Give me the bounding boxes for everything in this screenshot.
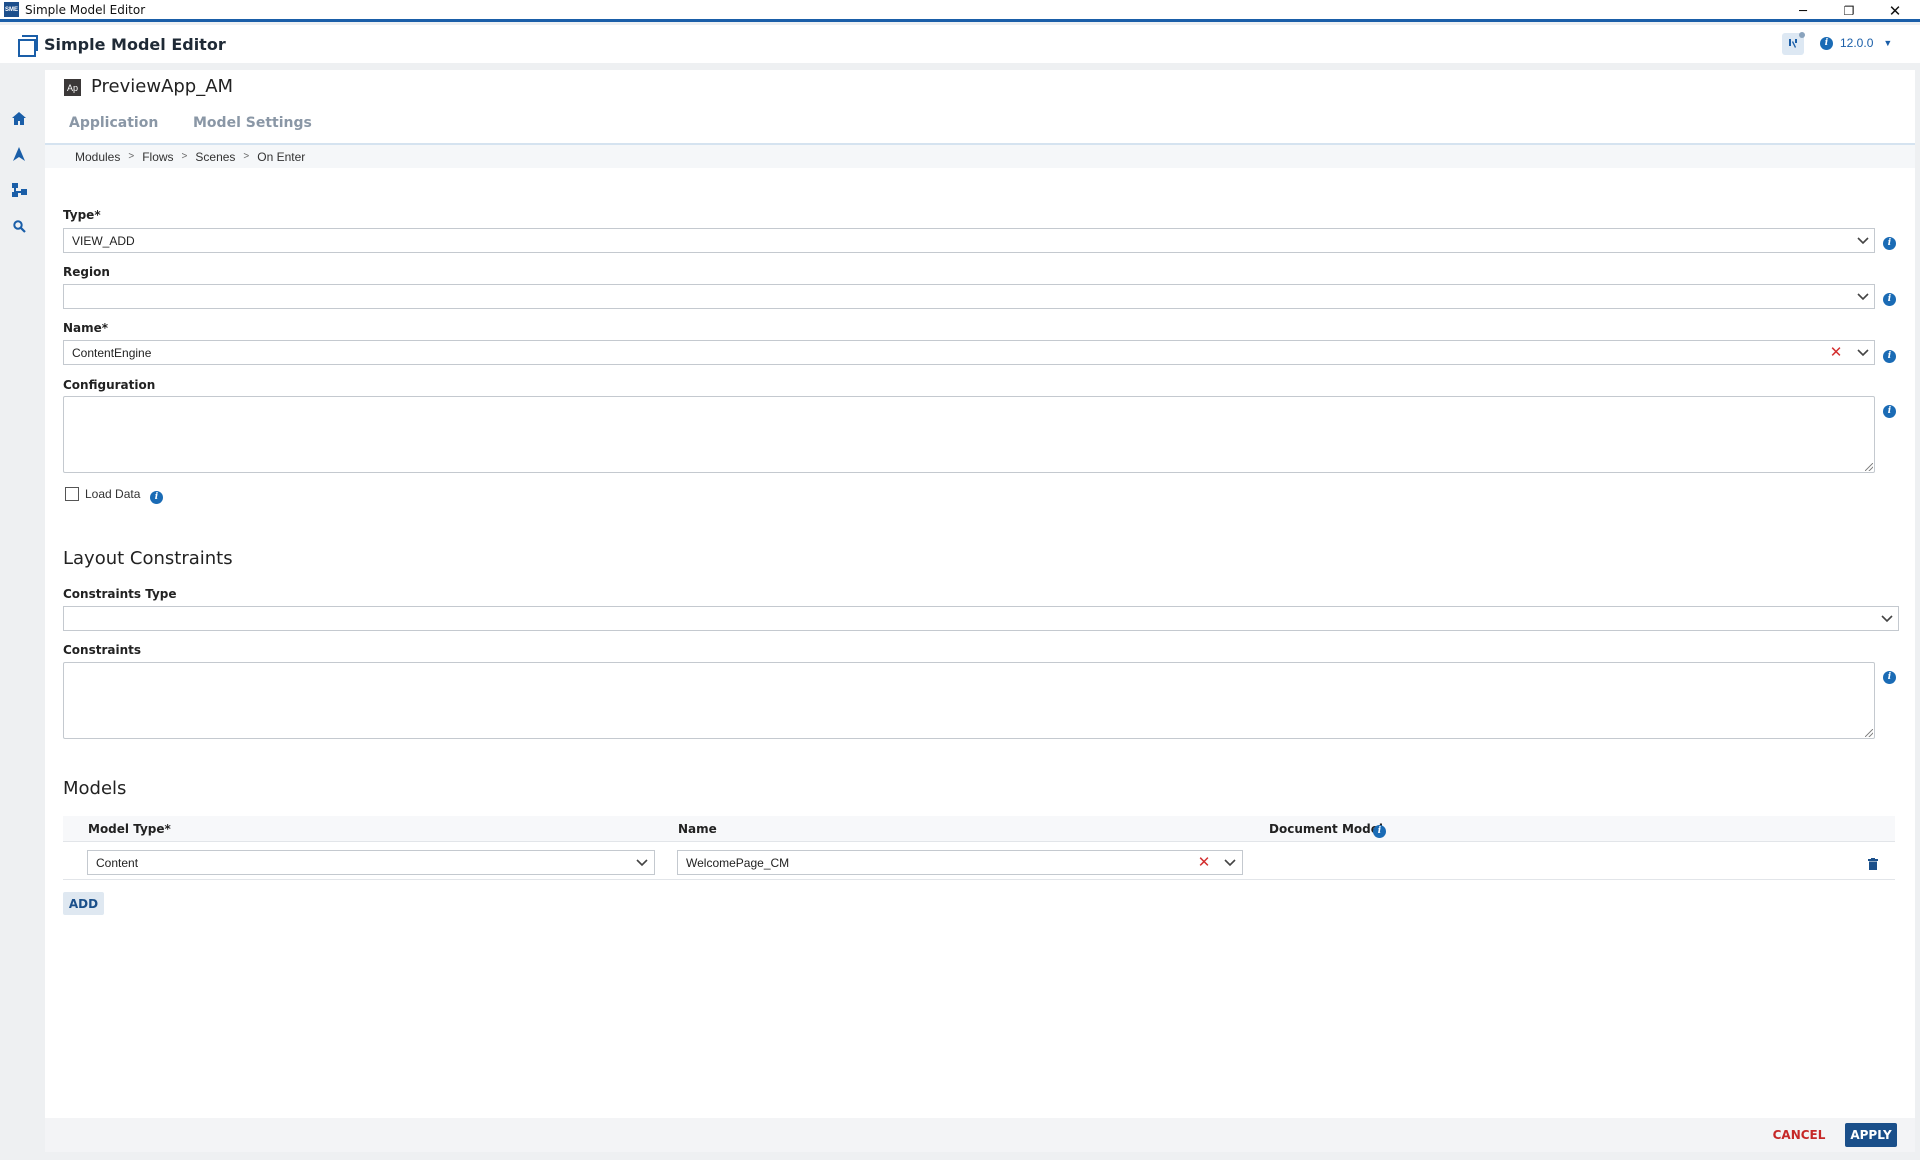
page-title: PreviewApp_AM	[91, 76, 234, 97]
constraints-type-select[interactable]	[63, 606, 1899, 631]
footer-bar: CANCEL APPLY	[45, 1118, 1915, 1152]
type-value: VIEW_ADD	[72, 233, 135, 248]
breadcrumb: Modules > Flows > Scenes > On Enter	[45, 145, 1915, 168]
model-name-select[interactable]: WelcomePage_CM ✕	[677, 850, 1243, 875]
chevron-down-icon	[1222, 855, 1238, 871]
breadcrumb-on-enter: On Enter	[257, 149, 306, 164]
type-label: Type*	[63, 208, 101, 222]
type-select[interactable]: VIEW_ADD	[63, 228, 1875, 253]
add-model-button[interactable]: ADD	[63, 892, 104, 915]
name-info-icon[interactable]: i	[1883, 347, 1896, 363]
chevron-down-icon	[634, 855, 650, 871]
window-title: Simple Model Editor	[25, 2, 146, 17]
trash-icon	[1868, 858, 1878, 870]
navigate-nav-button[interactable]	[8, 143, 30, 165]
load-data-label: Load Data	[85, 487, 141, 501]
home-nav-button[interactable]	[8, 107, 30, 129]
chevron-right-icon: >	[181, 151, 188, 162]
constraints-label: Constraints	[63, 643, 142, 657]
notification-badge	[1799, 32, 1805, 38]
app-type-icon: Ap	[64, 79, 81, 96]
minimize-button[interactable]: ─	[1780, 0, 1826, 22]
notification-icon	[1789, 39, 1797, 48]
clear-icon[interactable]: ✕	[1196, 854, 1212, 871]
version-dropdown[interactable]: i 12.0.0 ▼	[1820, 36, 1892, 50]
region-select[interactable]	[63, 284, 1875, 309]
version-label: 12.0.0	[1840, 36, 1874, 50]
clear-icon[interactable]: ✕	[1828, 344, 1844, 361]
chevron-down-icon	[1855, 233, 1871, 249]
app-header: Simple Model Editor i 12.0.0 ▼	[0, 25, 1920, 63]
table-row-divider	[63, 879, 1895, 880]
breadcrumb-flows[interactable]: Flows	[142, 150, 173, 164]
home-icon	[12, 111, 26, 125]
chevron-down-icon	[1879, 611, 1895, 627]
navigation-arrow-icon	[13, 147, 25, 161]
editor-panel: Ap PreviewApp_AM Application Model Setti…	[45, 70, 1915, 1118]
configuration-info-icon[interactable]: i	[1883, 402, 1896, 418]
tab-model-settings[interactable]: Model Settings	[193, 115, 312, 131]
resize-grip-icon[interactable]	[1865, 463, 1873, 471]
name-select[interactable]: ContentEngine ✕	[63, 340, 1875, 365]
models-table-header: Model Type* Name Document Model i	[63, 816, 1895, 842]
constraints-info-icon[interactable]: i	[1883, 668, 1896, 684]
models-heading: Models	[63, 778, 127, 799]
constraints-type-label: Constraints Type	[63, 587, 177, 601]
cancel-button[interactable]: CANCEL	[1769, 1124, 1829, 1146]
app-logo-icon	[18, 35, 38, 57]
column-header-name: Name	[678, 822, 717, 836]
chevron-right-icon: >	[128, 151, 135, 162]
left-nav-rail	[0, 63, 40, 1160]
region-info-icon[interactable]: i	[1883, 290, 1896, 306]
breadcrumb-scenes[interactable]: Scenes	[195, 150, 235, 164]
configuration-textarea[interactable]	[63, 396, 1875, 473]
restore-button[interactable]: ❐	[1826, 0, 1872, 22]
search-nav-button[interactable]	[8, 215, 30, 237]
info-icon: i	[1820, 36, 1833, 50]
chevron-down-icon	[1855, 289, 1871, 305]
model-type-value: Content	[96, 855, 139, 870]
delete-row-button[interactable]	[1865, 856, 1881, 872]
chevron-down-icon	[1855, 345, 1871, 361]
region-label: Region	[63, 265, 110, 279]
close-window-button[interactable]: ✕	[1872, 0, 1918, 22]
app-window-icon: SME	[4, 2, 19, 17]
column-header-model-type: Model Type*	[88, 822, 171, 836]
structure-nav-button[interactable]	[8, 179, 30, 201]
chevron-right-icon: >	[243, 151, 250, 162]
app-name: Simple Model Editor	[44, 34, 226, 54]
model-type-select[interactable]: Content	[87, 850, 655, 875]
load-data-info-icon[interactable]: i	[150, 488, 163, 504]
model-name-value: WelcomePage_CM	[686, 855, 790, 870]
layout-constraints-heading: Layout Constraints	[63, 548, 233, 569]
apply-button[interactable]: APPLY	[1845, 1123, 1897, 1147]
name-value: ContentEngine	[72, 345, 152, 360]
caret-down-icon: ▼	[1883, 38, 1893, 48]
constraints-textarea[interactable]	[63, 662, 1875, 739]
breadcrumb-modules[interactable]: Modules	[75, 150, 120, 164]
window-titlebar: SME Simple Model Editor ─ ❐ ✕	[0, 0, 1920, 22]
type-info-icon[interactable]: i	[1883, 234, 1896, 250]
document-model-info-icon[interactable]: i	[1373, 822, 1386, 838]
resize-grip-icon[interactable]	[1865, 729, 1873, 737]
load-data-checkbox[interactable]	[65, 487, 79, 501]
tab-application[interactable]: Application	[69, 115, 158, 131]
hierarchy-icon	[11, 183, 27, 197]
notifications-button[interactable]	[1782, 32, 1805, 55]
configuration-label: Configuration	[63, 378, 156, 392]
search-icon	[12, 219, 26, 233]
column-header-document-model: Document Model	[1269, 822, 1383, 836]
name-label: Name*	[63, 321, 109, 335]
